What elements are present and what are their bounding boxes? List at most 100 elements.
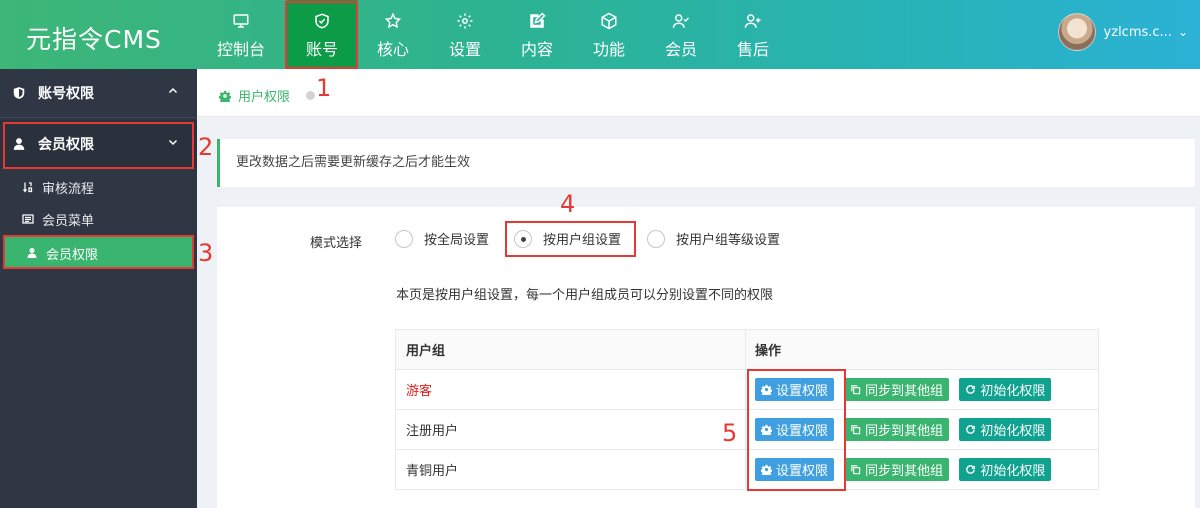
sync-to-other-groups-button[interactable]: 同步到其他组 <box>844 418 950 441</box>
sidebar-item-label: 会员菜单 <box>42 213 95 229</box>
nav-content[interactable]: 内容 <box>502 0 572 69</box>
reset-permission-button[interactable]: 初始化权限 <box>959 458 1052 481</box>
nav-core[interactable]: 核心 <box>358 0 428 69</box>
star-icon <box>384 12 402 29</box>
button-label: 设置权限 <box>776 384 829 399</box>
refresh-icon <box>966 465 976 474</box>
reset-permission-button[interactable]: 初始化权限 <box>959 378 1052 401</box>
nav-members[interactable]: 会员 <box>646 0 716 69</box>
gear-icon <box>457 13 473 29</box>
nav-label: 功能 <box>592 40 625 59</box>
cube-icon <box>601 12 617 30</box>
radio-circle-selected[interactable] <box>514 229 532 248</box>
sidebar-item-label: 会员权限 <box>46 247 99 263</box>
radio-label: 按用户组设置 <box>543 233 622 248</box>
nav-label: 内容 <box>520 40 553 59</box>
button-label: 初始化权限 <box>980 384 1046 399</box>
reset-permission-button[interactable]: 初始化权限 <box>959 418 1052 441</box>
set-permission-button[interactable]: 设置权限 <box>755 418 835 441</box>
button-label: 同步到其他组 <box>865 384 944 399</box>
table-row: 游客 设置权限 同步到其他组 初始化权限 <box>395 369 1099 410</box>
sidebar-item-member-menu[interactable]: 会员菜单 <box>0 203 197 235</box>
shield-icon <box>13 87 25 99</box>
nav-label: 售后 <box>736 40 769 59</box>
table-row: 青铜用户 设置权限 同步到其他组 初始化权限 <box>395 449 1099 490</box>
annotation-number-4: 4 <box>560 190 576 218</box>
logo[interactable]: 元指令CMS <box>26 20 162 56</box>
nav-label: 控制台 <box>216 40 265 59</box>
breadcrumb[interactable]: 用户权限 <box>219 86 290 105</box>
nav-account[interactable]: 账号 <box>287 0 357 69</box>
button-label: 初始化权限 <box>980 424 1046 439</box>
button-label: 设置权限 <box>776 464 829 479</box>
sync-to-other-groups-button[interactable]: 同步到其他组 <box>844 458 950 481</box>
user-menu[interactable]: yzlcms.c... ⌄ <box>1057 12 1188 52</box>
radio-circle[interactable] <box>647 229 665 248</box>
refresh-icon <box>966 385 976 394</box>
group-name: 青铜用户 <box>395 449 746 490</box>
radio-by-group[interactable]: 按用户组设置 <box>514 229 621 248</box>
column-header: 用户组 <box>395 329 746 370</box>
copy-icon <box>851 465 861 475</box>
nav-console[interactable]: 控制台 <box>206 0 276 69</box>
annotation-number-1: 1 <box>316 74 332 102</box>
radio-label: 按用户组等级设置 <box>676 233 781 248</box>
group-name: 游客 <box>395 369 746 410</box>
row-actions: 设置权限 同步到其他组 初始化权限 <box>745 409 1099 450</box>
table-header-row: 用户组 操作 <box>395 329 1099 370</box>
chevron-down-icon <box>168 139 178 146</box>
copy-icon <box>851 385 861 395</box>
sync-to-other-groups-button[interactable]: 同步到其他组 <box>844 378 950 401</box>
nav-label: 核心 <box>376 40 409 59</box>
sort-icon <box>23 182 33 193</box>
set-permission-button[interactable]: 设置权限 <box>755 378 835 401</box>
breadcrumb-close-dot[interactable] <box>306 91 315 100</box>
row-actions: 设置权限 同步到其他组 初始化权限 <box>745 369 1099 410</box>
radio-label: 按全局设置 <box>424 233 490 248</box>
table-row: 注册用户 设置权限 同步到其他组 初始化权限 <box>395 409 1099 450</box>
edit-icon <box>530 12 546 28</box>
nav-label: 设置 <box>448 40 481 59</box>
radio-by-group-level[interactable]: 按用户组等级设置 <box>647 229 780 248</box>
refresh-icon <box>966 425 976 434</box>
sidebar-group-label: 账号权限 <box>38 86 94 102</box>
sidebar-item-review-flow[interactable]: 审核流程 <box>0 171 197 203</box>
column-header: 操作 <box>745 329 1099 370</box>
copy-icon <box>851 425 861 435</box>
user-check-icon <box>672 14 690 28</box>
sidebar-group-account-permissions[interactable]: 账号权限 <box>0 69 197 117</box>
set-permission-button[interactable]: 设置权限 <box>755 458 835 481</box>
nav-features[interactable]: 功能 <box>574 0 644 69</box>
top-header: 元指令CMS 控制台 账号 核心 设置 内容 功能 会员 售后 yzlcms.c… <box>0 0 1200 69</box>
annotation-number-2: 2 <box>198 133 214 161</box>
user-group-table: 用户组 操作 游客 设置权限 同步到其他组 初始化权限 注册用户 设置权限 同步… <box>395 329 1099 490</box>
breadcrumb-label: 用户权限 <box>238 90 291 105</box>
cache-notice: 更改数据之后需要更新缓存之后才能生效 <box>217 139 1195 187</box>
sidebar-group-member-permissions[interactable]: 会员权限 <box>0 120 197 168</box>
user-plus-icon <box>744 14 761 28</box>
radio-global[interactable]: 按全局设置 <box>395 229 489 248</box>
monitor-icon <box>233 14 249 28</box>
button-label: 同步到其他组 <box>865 464 944 479</box>
chevron-down-icon: ⌄ <box>1177 25 1188 39</box>
username: yzlcms.c... <box>1103 24 1172 40</box>
annotation-number-3: 3 <box>198 239 214 267</box>
gear-icon <box>761 424 772 435</box>
user-icon <box>13 138 25 150</box>
sidebar-item-member-permissions[interactable]: 会员权限 <box>4 237 193 269</box>
chevron-up-icon <box>168 87 178 94</box>
mode-description: 本页是按用户组设置，每一个用户组成员可以分别设置不同的权限 <box>396 288 774 303</box>
gear-icon <box>761 464 772 475</box>
nav-aftersales[interactable]: 售后 <box>718 0 788 69</box>
sidebar: 账号权限 会员权限 审核流程 会员菜单 会员权限 <box>0 69 197 508</box>
avatar[interactable] <box>1057 13 1096 51</box>
row-actions: 设置权限 同步到其他组 初始化权限 <box>745 449 1099 490</box>
nav-settings[interactable]: 设置 <box>430 0 500 69</box>
button-label: 初始化权限 <box>980 464 1046 479</box>
user-icon <box>27 248 37 258</box>
breadcrumb-bar: 用户权限 <box>197 69 1200 117</box>
button-label: 同步到其他组 <box>865 424 944 439</box>
nav-label: 账号 <box>305 40 338 59</box>
radio-circle[interactable] <box>395 229 413 248</box>
list-icon <box>22 214 34 224</box>
